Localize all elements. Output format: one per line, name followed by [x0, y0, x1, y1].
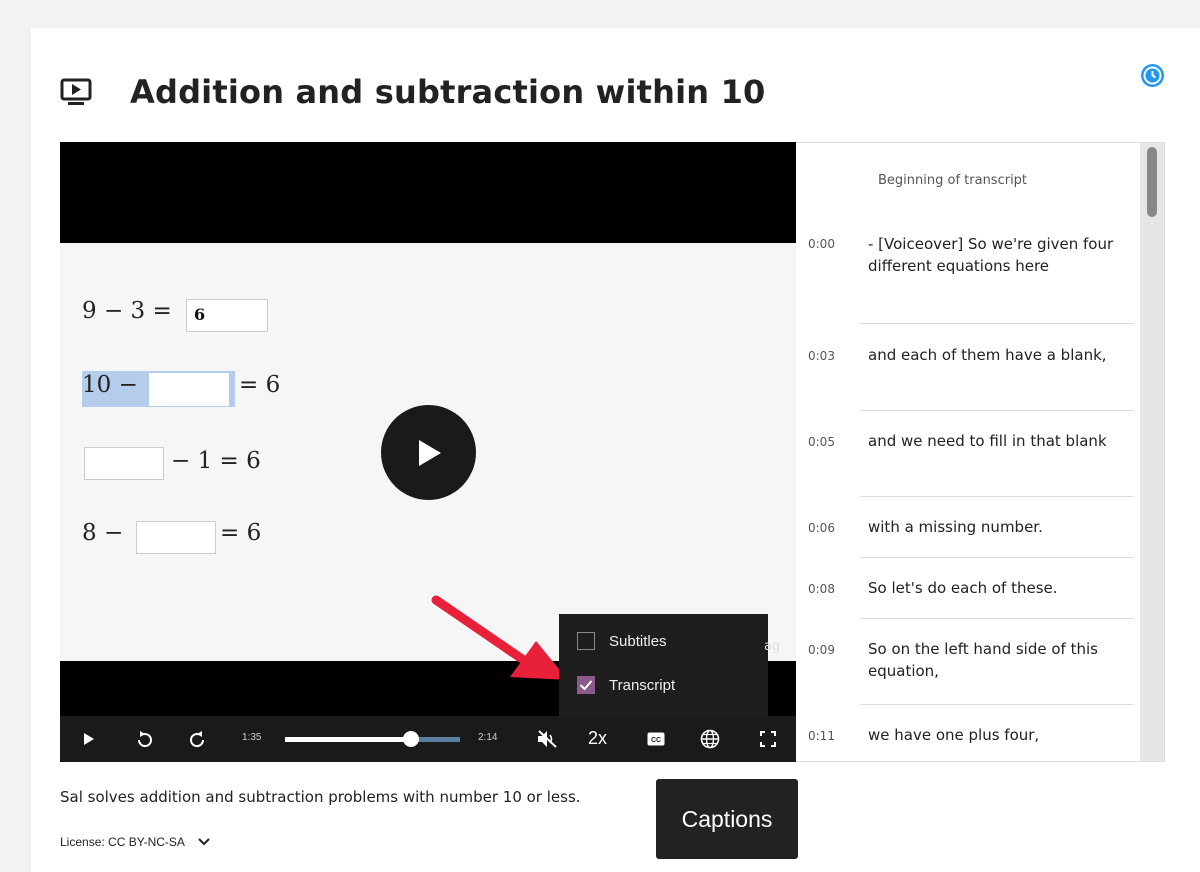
transcript-checkbox[interactable] [577, 676, 595, 694]
title-row: Addition and subtraction within 10 [60, 70, 766, 114]
checkmark-icon [579, 680, 593, 691]
transcript-timestamp[interactable]: 0:00 [808, 237, 835, 251]
muted-volume-icon [538, 730, 557, 748]
captions-tooltip: Captions [656, 779, 798, 859]
current-time: 1:35 [242, 732, 262, 743]
rewind-button[interactable] [132, 716, 158, 762]
seek-handle[interactable] [403, 731, 419, 747]
transcript-timestamp[interactable]: 0:11 [808, 729, 835, 743]
play-icon [418, 439, 441, 466]
page-title: Addition and subtraction within 10 [130, 73, 766, 111]
transcript-divider [860, 618, 1134, 619]
transcript-timestamp[interactable]: 0:05 [808, 435, 835, 449]
transcript-label: Transcript [609, 676, 676, 694]
chevron-down-icon [198, 838, 210, 846]
play-overlay-button[interactable] [381, 405, 476, 500]
transcript-line[interactable]: So on the left hand side of this equatio… [868, 638, 1130, 682]
globe-icon [700, 729, 720, 749]
transcript-panel[interactable]: Beginning of transcript 0:00 - [Voiceove… [796, 142, 1165, 762]
equation-3-blank-box [84, 447, 164, 480]
fullscreen-button[interactable] [756, 716, 780, 762]
language-button[interactable] [698, 716, 722, 762]
captions-menu: Subtitles Transcript [559, 614, 768, 717]
clock-icon[interactable] [1140, 63, 1165, 88]
transcript-divider [860, 496, 1134, 497]
equation-4-left: 8 − [82, 520, 124, 546]
transcript-timestamp[interactable]: 0:09 [808, 643, 835, 657]
transcript-timestamp[interactable]: 0:06 [808, 521, 835, 535]
video-watermark: ag [764, 639, 781, 654]
transcript-line[interactable]: and each of them have a blank, [868, 344, 1130, 366]
transcript-divider [860, 323, 1134, 324]
fullscreen-icon [760, 731, 776, 747]
transcript-timestamp[interactable]: 0:03 [808, 349, 835, 363]
mute-button[interactable] [534, 716, 560, 762]
transcript-line[interactable]: - [Voiceover] So we're given four differ… [868, 233, 1130, 277]
equation-2-left: 10 − [82, 372, 138, 398]
play-icon [84, 733, 94, 745]
equation-4-blank-box [136, 521, 216, 554]
captions-button[interactable]: CC [644, 716, 668, 762]
transcript-line[interactable]: with a missing number. [868, 516, 1130, 538]
equation-2-right: = 6 [239, 372, 281, 398]
video-controls: 1:35 2:14 2x CC [60, 716, 796, 762]
video-description: Sal solves addition and subtraction prob… [60, 788, 581, 806]
speed-button[interactable]: 2x [588, 728, 607, 749]
subtitles-option[interactable]: Subtitles [577, 632, 667, 650]
transcript-divider [860, 704, 1134, 705]
equation-4-right: = 6 [220, 520, 262, 546]
svg-text:CC: CC [651, 737, 661, 744]
duration: 2:14 [478, 732, 498, 743]
seek-progress [285, 737, 411, 742]
transcript-timestamp[interactable]: 0:08 [808, 582, 835, 596]
license-label: License: CC BY-NC-SA [60, 835, 185, 849]
rewind-icon [137, 731, 152, 748]
forward-button[interactable] [184, 716, 210, 762]
video-icon [60, 75, 100, 109]
play-button[interactable] [78, 716, 100, 762]
license-toggle[interactable]: License: CC BY-NC-SA [60, 835, 211, 849]
subtitles-label: Subtitles [609, 632, 667, 650]
transcript-line[interactable]: So let's do each of these. [868, 577, 1130, 599]
equation-1: 9 − 3 = [82, 298, 172, 324]
transcript-divider [860, 557, 1134, 558]
transcript-line[interactable]: we have one plus four, [868, 724, 1130, 746]
transcript-line[interactable]: and we need to fill in that blank [868, 430, 1130, 452]
equation-1-answer: 6 [194, 305, 206, 324]
equation-3-right: − 1 = 6 [171, 448, 261, 474]
subtitles-checkbox[interactable] [577, 632, 595, 650]
red-arrow-icon [431, 595, 568, 680]
transcript-option[interactable]: Transcript [577, 676, 675, 694]
cc-icon: CC [647, 732, 665, 746]
transcript-divider [860, 410, 1134, 411]
equation-2-blank-box [149, 373, 229, 406]
transcript-scrollbar[interactable] [1140, 143, 1164, 761]
forward-icon [190, 731, 205, 748]
scrollbar-thumb[interactable] [1147, 147, 1157, 217]
transcript-heading: Beginning of transcript [878, 173, 1028, 188]
